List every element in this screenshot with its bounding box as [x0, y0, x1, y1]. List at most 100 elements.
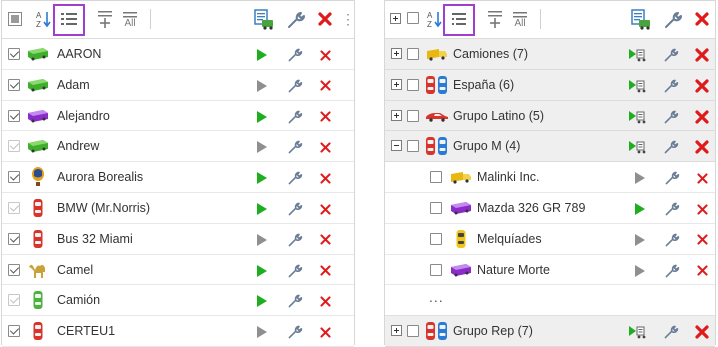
vehicle-name[interactable]: Andrew — [57, 131, 99, 161]
delete-icon[interactable] — [694, 263, 710, 279]
delete-icon[interactable] — [317, 109, 333, 125]
list-item[interactable]: BMW (Mr.Norris) — [2, 193, 354, 224]
row-checkbox[interactable] — [8, 171, 20, 184]
select-all-button[interactable]: All — [120, 8, 140, 32]
play-inactive-icon[interactable] — [632, 170, 648, 186]
group-checkbox[interactable] — [407, 140, 419, 153]
group-checkbox[interactable] — [407, 109, 419, 122]
vehicle-name[interactable]: Aurora Borealis — [57, 162, 143, 192]
vehicle-name[interactable]: Adam — [57, 70, 90, 100]
wrench-icon[interactable] — [287, 139, 303, 155]
play-report-icon[interactable] — [628, 47, 648, 63]
delete-icon[interactable] — [317, 47, 333, 63]
delete-icon[interactable] — [694, 78, 710, 94]
group-member-item[interactable]: Malinki Inc. — [385, 162, 715, 193]
delete-icon[interactable] — [317, 11, 333, 27]
expand-icon[interactable] — [391, 325, 402, 337]
row-checkbox[interactable] — [8, 202, 20, 214]
group-name[interactable]: España (6) — [453, 70, 514, 100]
wrench-icon[interactable] — [663, 47, 679, 63]
delete-icon[interactable] — [694, 201, 710, 217]
list-item[interactable]: CERTEU1 — [2, 316, 354, 347]
group-name[interactable]: Grupo Rep (7) — [453, 316, 533, 346]
vehicle-name[interactable]: AARON — [57, 39, 101, 69]
group-member-item[interactable]: Nature Morte — [385, 254, 715, 286]
group-name[interactable]: Camiones (7) — [453, 39, 528, 69]
group-row[interactable]: Grupo M (4) — [385, 131, 715, 163]
group-name[interactable]: Grupo M (4) — [453, 131, 520, 161]
wrench-icon[interactable] — [663, 10, 683, 30]
delete-icon[interactable] — [694, 11, 710, 27]
list-item[interactable]: Aurora Borealis — [2, 162, 354, 193]
wrench-icon[interactable] — [287, 170, 303, 186]
row-checkbox[interactable] — [8, 263, 20, 276]
select-all-checkbox[interactable] — [407, 12, 419, 24]
select-all-toggle-icon[interactable] — [8, 12, 22, 26]
group-member-item[interactable]: Mazda 326 GR 789 — [385, 193, 715, 224]
group-row[interactable]: Grupo Rep (7) — [385, 316, 715, 347]
delete-icon[interactable] — [317, 139, 333, 155]
row-checkbox[interactable] — [430, 263, 442, 276]
delete-icon[interactable] — [694, 232, 710, 248]
group-row[interactable]: España (6) — [385, 69, 715, 101]
add-item-icon[interactable] — [486, 8, 504, 30]
play-active-icon[interactable] — [254, 263, 270, 279]
row-checkbox[interactable] — [8, 140, 20, 153]
vehicle-report-icon[interactable] — [253, 8, 275, 30]
delete-icon[interactable] — [694, 47, 710, 63]
vehicle-name[interactable]: Malinki Inc. — [477, 162, 540, 192]
group-checkbox[interactable] — [407, 48, 419, 60]
vehicle-name[interactable]: Camel — [57, 255, 93, 285]
expand-icon[interactable] — [391, 78, 402, 90]
expand-icon[interactable] — [391, 109, 402, 121]
delete-icon[interactable] — [694, 109, 710, 125]
vehicle-name[interactable]: Melquíades — [477, 224, 542, 254]
delete-icon[interactable] — [694, 139, 710, 155]
delete-icon[interactable] — [317, 170, 333, 186]
wrench-icon[interactable] — [664, 232, 680, 248]
wrench-icon[interactable] — [287, 78, 303, 94]
select-all-button[interactable]: All — [510, 8, 530, 32]
play-report-icon[interactable] — [628, 78, 648, 94]
delete-icon[interactable] — [317, 293, 333, 309]
wrench-icon[interactable] — [287, 47, 303, 63]
wrench-icon[interactable] — [287, 201, 303, 217]
list-view-icon[interactable] — [53, 4, 85, 36]
vehicle-name[interactable]: CERTEU1 — [57, 316, 115, 346]
list-item[interactable]: AARON — [2, 39, 354, 70]
play-active-icon[interactable] — [632, 201, 648, 217]
row-checkbox[interactable] — [8, 232, 20, 245]
list-item[interactable]: Alejandro — [2, 100, 354, 132]
delete-icon[interactable] — [694, 324, 710, 340]
group-view-icon[interactable] — [443, 4, 475, 36]
group-row[interactable]: Camiones (7) — [385, 39, 715, 70]
play-active-icon[interactable] — [254, 170, 270, 186]
vehicle-name[interactable]: Bus 32 Miami — [57, 224, 133, 254]
more-menu-icon[interactable]: ⋮ — [341, 9, 355, 29]
play-active-icon[interactable] — [254, 109, 270, 125]
row-checkbox[interactable] — [430, 202, 442, 214]
vehicle-name[interactable]: BMW (Mr.Norris) — [57, 193, 150, 223]
delete-icon[interactable] — [694, 170, 710, 186]
group-name[interactable]: Grupo Latino (5) — [453, 101, 544, 131]
delete-icon[interactable] — [317, 232, 333, 248]
collapse-icon[interactable] — [391, 140, 402, 152]
row-checkbox[interactable] — [8, 294, 20, 307]
play-inactive-icon[interactable] — [254, 232, 270, 248]
vehicle-report-icon[interactable] — [630, 8, 652, 30]
wrench-icon[interactable] — [663, 139, 679, 155]
row-checkbox[interactable] — [8, 48, 20, 60]
play-inactive-icon[interactable] — [254, 324, 270, 340]
row-checkbox[interactable] — [8, 78, 20, 91]
delete-icon[interactable] — [317, 263, 333, 279]
play-active-icon[interactable] — [254, 293, 270, 309]
vehicle-name[interactable]: Camión — [57, 285, 100, 315]
play-active-icon[interactable] — [254, 201, 270, 217]
list-item[interactable]: Bus 32 Miami — [2, 223, 354, 255]
play-inactive-icon[interactable] — [632, 232, 648, 248]
expand-all-icon[interactable] — [390, 13, 401, 24]
play-inactive-icon[interactable] — [632, 263, 648, 279]
play-report-icon[interactable] — [628, 324, 648, 340]
wrench-icon[interactable] — [664, 170, 680, 186]
sort-alpha-icon[interactable]: AZ — [425, 9, 445, 29]
